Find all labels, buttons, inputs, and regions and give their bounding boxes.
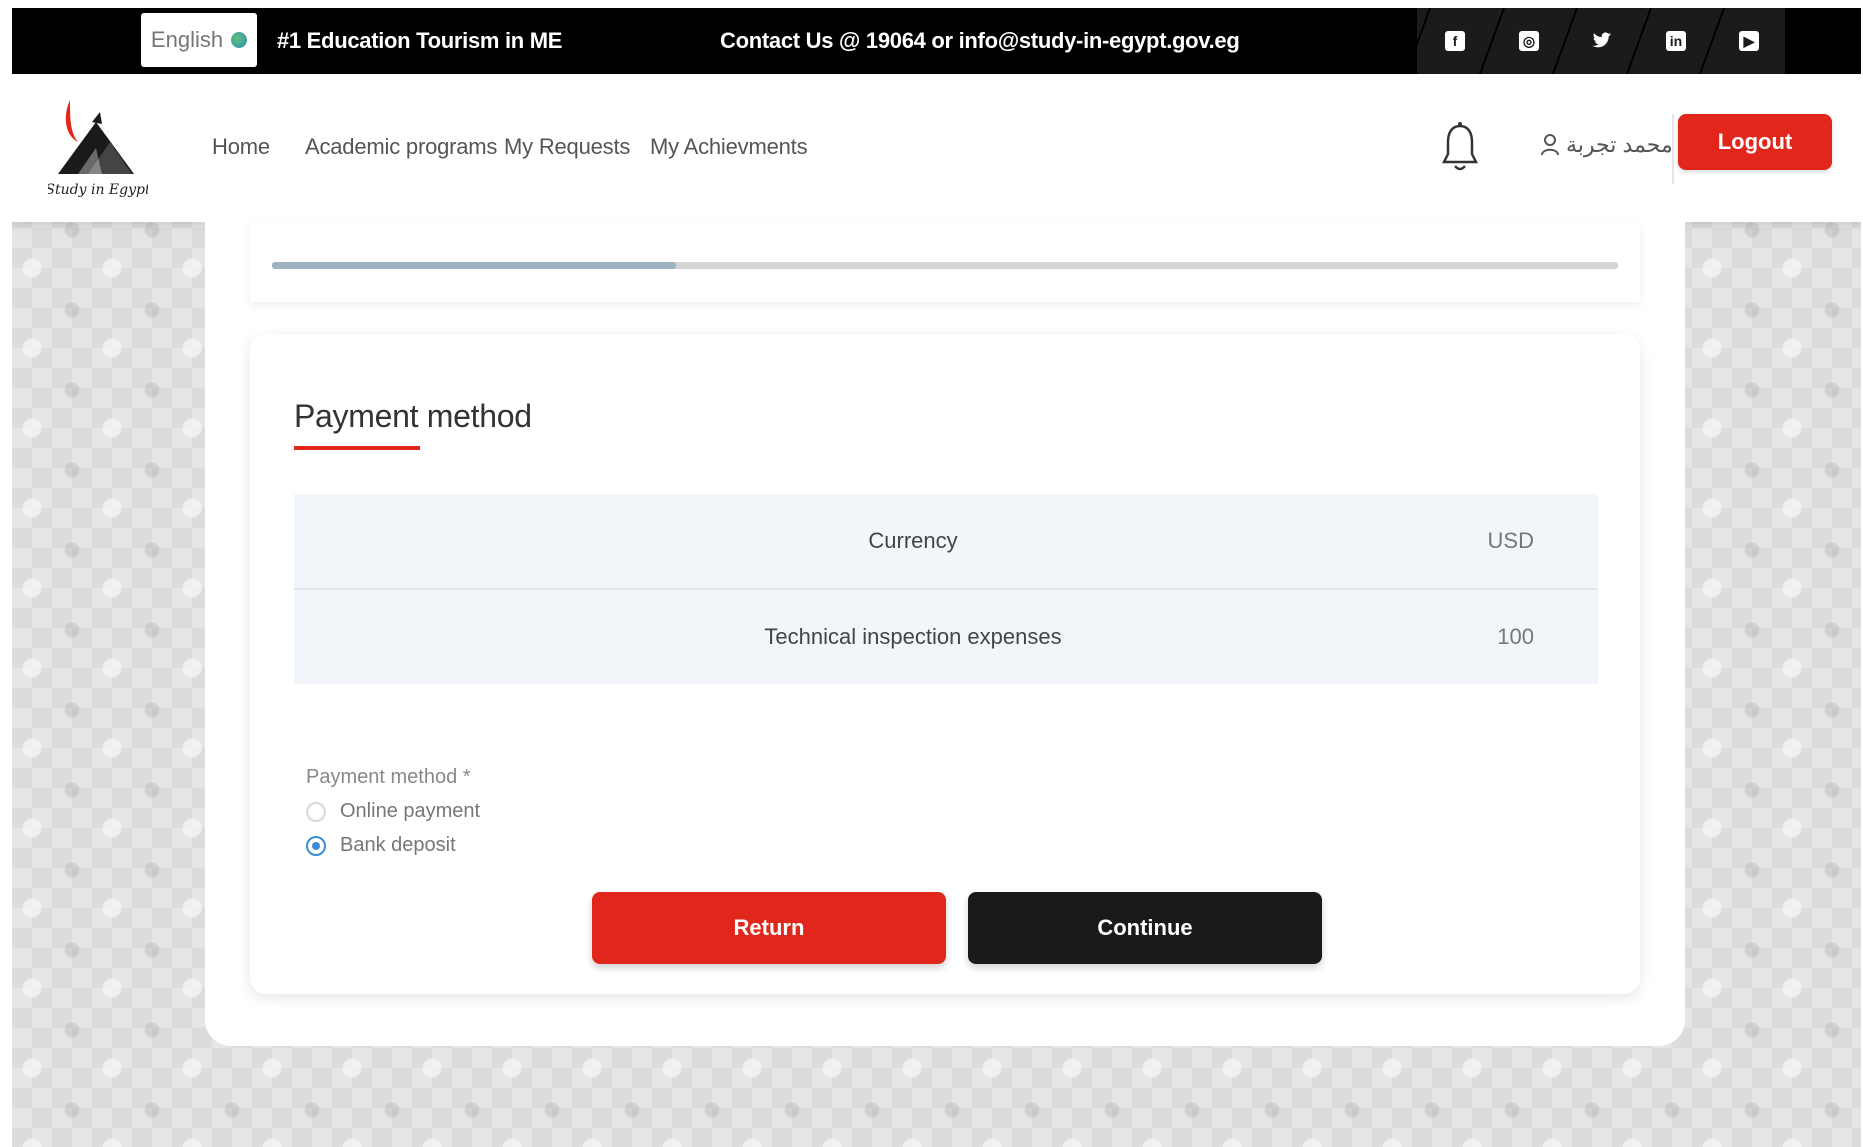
radio-online-payment[interactable]: Online payment bbox=[306, 800, 480, 823]
main-panel: Payment method Currency USD Technical in… bbox=[205, 222, 1685, 1046]
logout-button[interactable]: Logout bbox=[1678, 114, 1832, 170]
radio-label: Online payment bbox=[340, 800, 481, 822]
payment-card: Payment method Currency USD Technical in… bbox=[250, 334, 1640, 994]
radio-bank-deposit[interactable]: Bank deposit bbox=[306, 834, 456, 857]
nav-academic-programs[interactable]: Academic programs bbox=[305, 134, 497, 160]
table-row: Currency USD bbox=[294, 494, 1598, 590]
table-row: Technical inspection expenses 100 bbox=[294, 589, 1598, 684]
language-selector[interactable]: English bbox=[141, 13, 257, 67]
top-bar: English #1 Education Tourism in ME Conta… bbox=[12, 8, 1861, 74]
radio-button[interactable] bbox=[306, 801, 326, 822]
tagline: #1 Education Tourism in ME bbox=[277, 28, 563, 53]
continue-button[interactable]: Continue bbox=[968, 892, 1322, 964]
language-label: English bbox=[150, 27, 224, 52]
fee-label: Technical inspection expenses bbox=[764, 624, 1062, 649]
instagram-icon: ◎ bbox=[1518, 31, 1539, 51]
radio-label: Bank deposit bbox=[340, 834, 456, 856]
progress-fill bbox=[272, 262, 676, 269]
progress-track bbox=[272, 262, 1618, 269]
user-icon bbox=[1541, 134, 1559, 156]
user-name: محمد تجربة bbox=[1566, 132, 1673, 157]
study-in-egypt-logo[interactable]: Study in Egypt bbox=[48, 92, 148, 202]
fee-value: USD bbox=[1333, 494, 1598, 590]
nav-home[interactable]: Home bbox=[212, 134, 270, 160]
social-links: f ◎ in ▶ bbox=[1404, 8, 1797, 74]
fee-value: 100 bbox=[1497, 624, 1534, 649]
nav-my-requests[interactable]: My Requests bbox=[504, 134, 630, 160]
youtube-icon: ▶ bbox=[1739, 31, 1760, 51]
logo-text: Study in Egypt bbox=[48, 182, 148, 198]
payment-method-label: Payment method * bbox=[306, 766, 471, 788]
return-button[interactable]: Return bbox=[592, 892, 946, 964]
page-frame: English #1 Education Tourism in ME Conta… bbox=[12, 8, 1861, 1147]
contact-info: Contact Us @ 19064 or info@study-in-egyp… bbox=[720, 28, 1240, 53]
radio-button[interactable] bbox=[306, 835, 326, 856]
payment-title: Payment method bbox=[294, 398, 532, 434]
facebook-icon: f bbox=[1444, 31, 1465, 51]
nav-my-achievements[interactable]: My Achievments bbox=[650, 134, 808, 160]
title-underline bbox=[294, 446, 420, 450]
navbar-divider bbox=[1672, 114, 1674, 184]
fee-table: Currency USD Technical inspection expens… bbox=[294, 494, 1598, 684]
twitter-icon bbox=[1592, 31, 1612, 51]
globe-icon bbox=[231, 32, 248, 48]
fee-label: Currency bbox=[294, 494, 1333, 590]
bell-icon[interactable] bbox=[1440, 120, 1480, 174]
linkedin-icon: in bbox=[1665, 31, 1686, 51]
user-menu[interactable]: محمد تجربة bbox=[1540, 132, 1673, 158]
main-navbar: Study in Egypt Home Academic programs My… bbox=[12, 74, 1861, 222]
steps-card bbox=[250, 222, 1640, 302]
